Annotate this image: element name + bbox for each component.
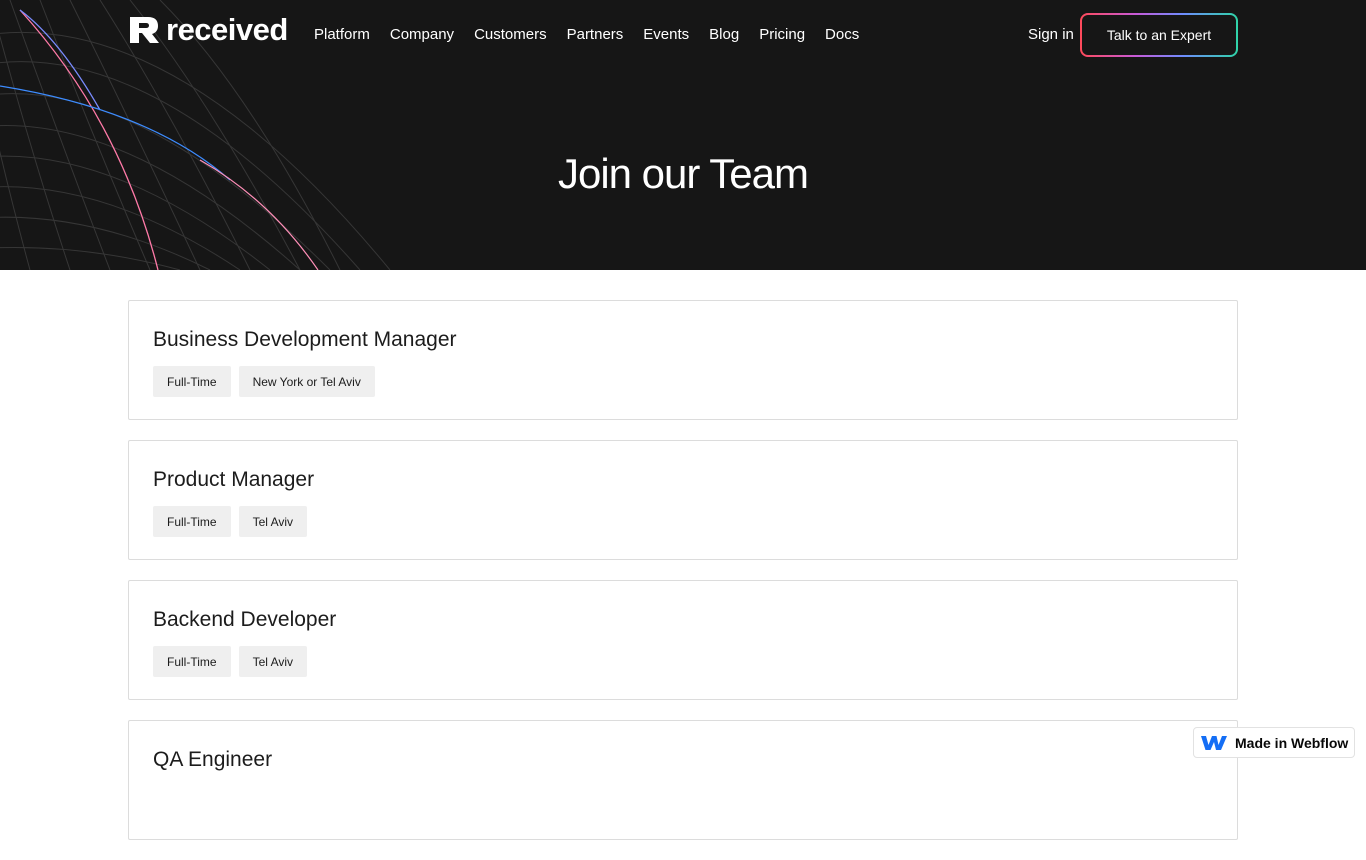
job-card-business-development-manager[interactable]: Business Development Manager Full-Time N…: [128, 300, 1238, 420]
job-list: Business Development Manager Full-Time N…: [128, 300, 1238, 860]
job-location-tag: New York or Tel Aviv: [238, 366, 375, 397]
job-tags: Full-Time Tel Aviv: [153, 646, 1213, 677]
talk-to-expert-label: Talk to an Expert: [1082, 15, 1236, 55]
nav-link-events[interactable]: Events: [643, 24, 689, 46]
job-title: Business Development Manager: [153, 328, 457, 351]
job-location-tag: Tel Aviv: [238, 646, 308, 677]
job-card-qa-engineer[interactable]: QA Engineer: [128, 720, 1238, 840]
received-logo[interactable]: received: [128, 14, 288, 46]
nav-link-blog[interactable]: Blog: [709, 24, 739, 46]
job-title: QA Engineer: [153, 748, 273, 771]
job-tags: Full-Time Tel Aviv: [153, 506, 1213, 537]
top-navigation: received Platform Company Customers Part…: [0, 0, 1366, 70]
made-in-webflow-badge[interactable]: Made in Webflow: [1193, 727, 1355, 758]
nav-link-platform[interactable]: Platform: [314, 24, 370, 46]
nav-links: Platform Company Customers Partners Even…: [314, 24, 879, 46]
job-title: Backend Developer: [153, 608, 337, 631]
badge-label: Made in Webflow: [1235, 734, 1349, 751]
job-title: Product Manager: [153, 468, 315, 491]
job-type-tag: Full-Time: [153, 366, 231, 397]
talk-to-expert-button[interactable]: Talk to an Expert: [1080, 13, 1238, 57]
received-logo-icon: [130, 17, 159, 43]
webflow-icon: [1201, 735, 1227, 750]
job-tags: Full-Time New York or Tel Aviv: [153, 366, 1213, 397]
job-card-backend-developer[interactable]: Backend Developer Full-Time Tel Aviv: [128, 580, 1238, 700]
sign-in-link[interactable]: Sign in: [1028, 24, 1074, 46]
page-title: Join our Team: [557, 150, 809, 197]
nav-link-docs[interactable]: Docs: [825, 24, 859, 46]
job-type-tag: Full-Time: [153, 646, 231, 677]
job-location-tag: Tel Aviv: [238, 506, 308, 537]
nav-link-pricing[interactable]: Pricing: [759, 24, 805, 46]
nav-link-customers[interactable]: Customers: [474, 24, 547, 46]
job-type-tag: Full-Time: [153, 506, 231, 537]
hero-section: received Platform Company Customers Part…: [0, 0, 1366, 270]
nav-link-company[interactable]: Company: [390, 24, 454, 46]
job-card-product-manager[interactable]: Product Manager Full-Time Tel Aviv: [128, 440, 1238, 560]
nav-link-partners[interactable]: Partners: [567, 24, 624, 46]
logo-wordmark: received: [166, 12, 288, 47]
